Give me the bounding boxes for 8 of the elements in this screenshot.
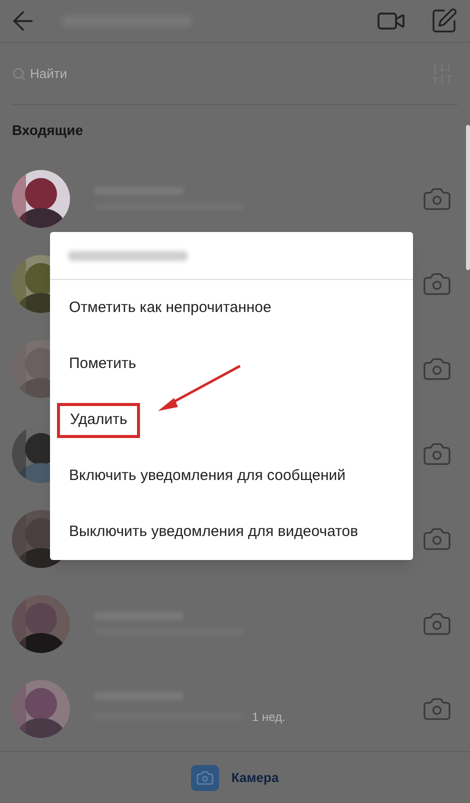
- menu-item[interactable]: Выключить уведомления для видеочатов: [50, 504, 413, 560]
- menu-item[interactable]: Отметить как непрочитанное: [50, 280, 413, 336]
- message-time: 1 нед.: [252, 708, 286, 726]
- menu-item[interactable]: Пометить: [50, 336, 413, 392]
- section-title: Входящие: [12, 121, 83, 140]
- search-field[interactable]: Найти: [30, 64, 230, 84]
- menu-item[interactable]: Включить уведомления для сообщений: [50, 448, 413, 504]
- menu-item[interactable]: Удалить: [57, 402, 140, 438]
